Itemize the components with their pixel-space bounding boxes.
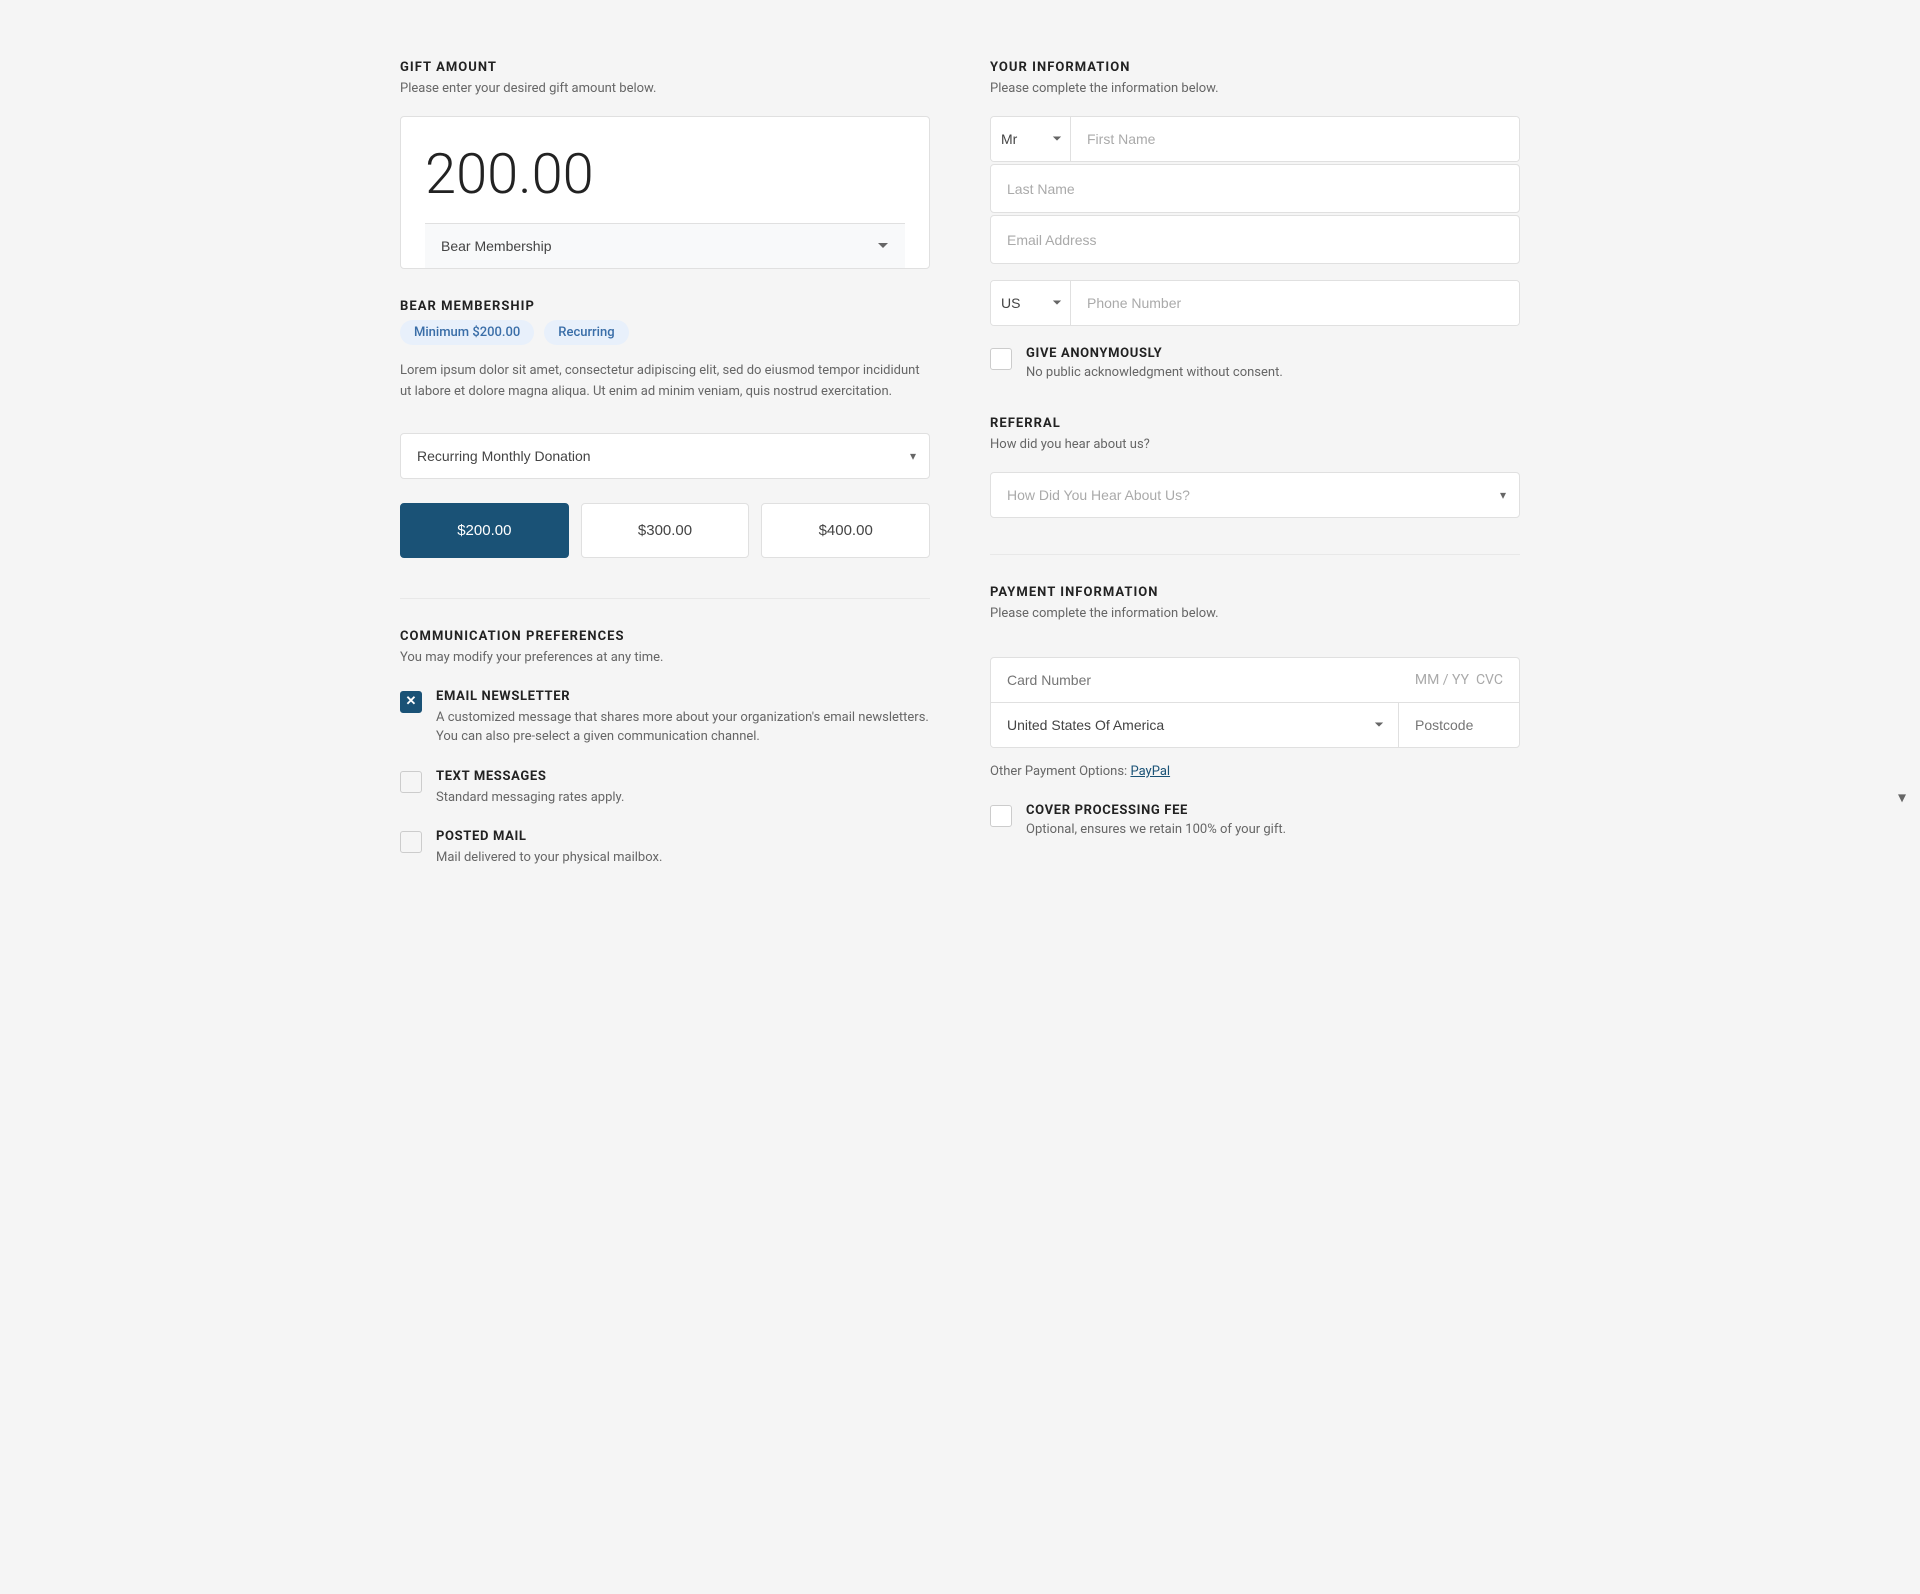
- text-messages-label: TEXT MESSAGES: [436, 769, 624, 784]
- gift-amount-subtitle: Please enter your desired gift amount be…: [400, 81, 930, 96]
- referral-subtitle: How did you hear about us?: [990, 437, 1520, 452]
- posted-mail-label: POSTED MAIL: [436, 829, 662, 844]
- payment-header: PAYMENT INFORMATION Please complete the …: [990, 585, 1520, 641]
- text-messages-item: TEXT MESSAGES Standard messaging rates a…: [400, 769, 930, 808]
- cover-fee-checkbox[interactable]: [990, 805, 1012, 827]
- anonymous-checkbox[interactable]: [990, 348, 1012, 370]
- card-number-input[interactable]: [1007, 672, 1415, 688]
- email-newsletter-item: EMAIL NEWSLETTER A customized message th…: [400, 689, 930, 747]
- amount-display: 200.00: [425, 141, 905, 207]
- amount-button-400[interactable]: $400.00: [761, 503, 930, 558]
- email-row: [990, 215, 1520, 264]
- referral-select-wrap: How Did You Hear About Us? Social Media …: [990, 472, 1520, 518]
- cover-fee-content: COVER PROCESSING FEE Optional, ensures w…: [1026, 803, 1286, 837]
- membership-badges: Minimum $200.00 Recurring: [400, 320, 930, 345]
- payment-header-left: PAYMENT INFORMATION Please complete the …: [990, 585, 1219, 641]
- payment-subtitle: Please complete the information below.: [990, 606, 1219, 621]
- name-row: Mr Mrs Ms Dr: [990, 116, 1520, 162]
- cover-fee-row: COVER PROCESSING FEE Optional, ensures w…: [990, 803, 1520, 837]
- your-info-title: YOUR INFORMATION: [990, 60, 1520, 75]
- your-info-section: YOUR INFORMATION Please complete the inf…: [990, 60, 1520, 380]
- posted-mail-desc: Mail delivered to your physical mailbox.: [436, 848, 662, 868]
- your-info-subtitle: Please complete the information below.: [990, 81, 1520, 96]
- comm-prefs-title: COMMUNICATION PREFERENCES: [400, 629, 930, 644]
- amount-box: 200.00 Bear Membership Silver Membership…: [400, 116, 930, 269]
- gift-amount-title: GIFT AMOUNT: [400, 60, 930, 75]
- minimum-badge: Minimum $200.00: [400, 320, 534, 345]
- recurring-select[interactable]: Recurring Monthly Donation One-Time Dona…: [400, 433, 930, 479]
- other-payment: Other Payment Options: PayPal: [990, 764, 1520, 779]
- payment-title: PAYMENT INFORMATION: [990, 585, 1219, 600]
- posted-mail-checkbox[interactable]: [400, 831, 422, 853]
- phone-row: US UK CA AU: [990, 280, 1520, 326]
- referral-section: REFERRAL How did you hear about us? How …: [990, 416, 1520, 518]
- cover-fee-desc: Optional, ensures we retain 100% of your…: [1026, 822, 1286, 837]
- email-newsletter-checkbox[interactable]: [400, 691, 422, 713]
- referral-title: REFERRAL: [990, 416, 1520, 431]
- email-newsletter-label: EMAIL NEWSLETTER: [436, 689, 930, 704]
- gift-amount-section: GIFT AMOUNT Please enter your desired gi…: [400, 60, 930, 269]
- email-input[interactable]: [1007, 232, 1503, 248]
- email-newsletter-content: EMAIL NEWSLETTER A customized message th…: [436, 689, 930, 747]
- anonymous-row: GIVE ANONYMOUSLY No public acknowledgmen…: [990, 346, 1520, 380]
- posted-mail-content: POSTED MAIL Mail delivered to your physi…: [436, 829, 662, 868]
- card-expiry-cvc: MM / YY CVC: [1415, 672, 1503, 688]
- membership-select[interactable]: Bear Membership Silver Membership Gold M…: [425, 223, 905, 268]
- amount-buttons: $200.00 $300.00 $400.00: [400, 503, 930, 558]
- first-name-input[interactable]: [1071, 117, 1519, 161]
- anonymous-content: GIVE ANONYMOUSLY No public acknowledgmen…: [1026, 346, 1283, 380]
- salutation-select[interactable]: Mr Mrs Ms Dr: [991, 117, 1071, 161]
- comm-prefs-subtitle: You may modify your preferences at any t…: [400, 650, 930, 665]
- membership-title: BEAR MEMBERSHIP: [400, 299, 930, 314]
- email-newsletter-desc: A customized message that shares more ab…: [436, 708, 930, 747]
- payment-card: MM / YY CVC United States Of America Can…: [990, 657, 1520, 748]
- text-messages-desc: Standard messaging rates apply.: [436, 788, 624, 808]
- last-name-row: [990, 164, 1520, 213]
- text-messages-checkbox[interactable]: [400, 771, 422, 793]
- last-name-input[interactable]: [1007, 181, 1503, 197]
- phone-input[interactable]: [1071, 281, 1519, 325]
- postcode-input[interactable]: [1399, 703, 1519, 747]
- text-messages-content: TEXT MESSAGES Standard messaging rates a…: [436, 769, 624, 808]
- membership-description: Lorem ipsum dolor sit amet, consectetur …: [400, 361, 930, 403]
- billing-country-select[interactable]: United States Of America Canada United K…: [991, 703, 1399, 747]
- membership-section: BEAR MEMBERSHIP Minimum $200.00 Recurrin…: [400, 299, 930, 403]
- anonymous-desc: No public acknowledgment without consent…: [1026, 365, 1283, 380]
- referral-select[interactable]: How Did You Hear About Us? Social Media …: [990, 472, 1520, 518]
- payment-chevron-icon: ▾: [1898, 788, 1906, 807]
- cover-fee-title: COVER PROCESSING FEE: [1026, 803, 1286, 818]
- amount-button-300[interactable]: $300.00: [581, 503, 750, 558]
- recurring-dropdown-wrap: Recurring Monthly Donation One-Time Dona…: [400, 433, 930, 479]
- card-bottom-row: United States Of America Canada United K…: [991, 703, 1519, 747]
- recurring-badge: Recurring: [544, 320, 628, 345]
- country-code-select[interactable]: US UK CA AU: [991, 281, 1071, 325]
- anonymous-title: GIVE ANONYMOUSLY: [1026, 346, 1283, 361]
- amount-button-200[interactable]: $200.00: [400, 503, 569, 558]
- comm-prefs-section: COMMUNICATION PREFERENCES You may modify…: [400, 629, 930, 868]
- card-top-row: MM / YY CVC: [991, 658, 1519, 703]
- paypal-link[interactable]: PayPal: [1130, 764, 1170, 779]
- payment-section: PAYMENT INFORMATION Please complete the …: [990, 585, 1520, 837]
- posted-mail-item: POSTED MAIL Mail delivered to your physi…: [400, 829, 930, 868]
